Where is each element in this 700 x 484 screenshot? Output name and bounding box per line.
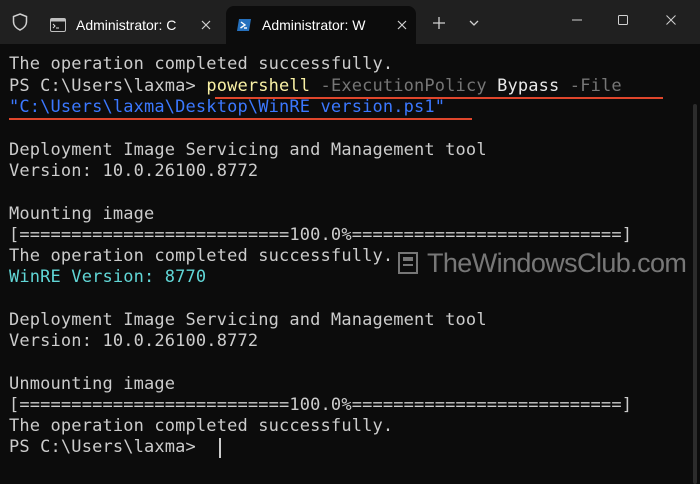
scrollbar[interactable] (688, 44, 700, 484)
close-tab-icon[interactable] (192, 11, 220, 39)
prompt: PS C:\Users\laxma> (9, 437, 207, 457)
maximize-icon (618, 15, 628, 25)
command-parameter: -File (559, 76, 622, 96)
terminal-line: Deployment Image Servicing and Managemen… (9, 140, 487, 160)
close-tab-icon[interactable] (388, 11, 416, 39)
command-line: PS C:\Users\laxma> powershell -Execution… (9, 76, 622, 97)
command-name: powershell (206, 76, 311, 96)
winre-version-line: WinRE Version: 8770 (9, 267, 207, 287)
watermark: TheWindowsClub.com (397, 247, 687, 278)
terminal-line: Version: 10.0.26100.8772 (9, 331, 259, 351)
progress-bar-text: [==========================100.0%=======… (9, 225, 633, 245)
tab-title: Administrator: C (76, 17, 177, 33)
text-cursor (219, 438, 221, 458)
terminal-line: Version: 10.0.26100.8772 (9, 161, 259, 181)
prompt-line: PS C:\Users\laxma> (9, 437, 206, 458)
terminal-line: The operation completed successfully. (9, 54, 394, 74)
annotation-underline (9, 118, 472, 120)
chevron-down-icon (469, 20, 479, 26)
powershell-icon (237, 19, 251, 31)
shield-icon (12, 13, 28, 31)
terminal-line: The operation completed successfully. (9, 246, 394, 266)
minimize-icon (572, 19, 582, 21)
command-parameter: -ExecutionPolicy (310, 76, 487, 96)
command-argument: Bypass (486, 76, 560, 96)
terminal-line: The operation completed successfully. (9, 416, 394, 436)
plus-icon (433, 17, 445, 29)
tab-powershell[interactable]: Administrator: W (226, 6, 416, 44)
terminal-line: Unmounting image (9, 374, 176, 394)
new-tab-button[interactable] (424, 8, 454, 38)
close-button[interactable] (648, 0, 694, 40)
close-icon (666, 15, 676, 25)
maximize-button[interactable] (600, 0, 646, 40)
command-path-argument: "C:\Users\laxma\Desktop\WinRE version.ps… (9, 97, 446, 117)
title-bar: Administrator: C Administrator: W (0, 0, 700, 44)
terminal-line: Deployment Image Servicing and Managemen… (9, 310, 487, 330)
terminal-line: Mounting image (9, 204, 155, 224)
tab-title: Administrator: W (262, 17, 366, 33)
watermark-text: TheWindowsClub.com (427, 247, 687, 278)
watermark-logo-icon (398, 252, 418, 274)
scrollbar-thumb[interactable] (693, 104, 697, 484)
cmd-icon (50, 18, 66, 32)
tab-dropdown-button[interactable] (459, 8, 489, 38)
prompt: PS C:\Users\laxma> (9, 76, 207, 96)
tab-command-prompt[interactable]: Administrator: C (40, 6, 220, 44)
minimize-button[interactable] (554, 0, 600, 40)
progress-bar-text: [==========================100.0%=======… (9, 395, 633, 415)
